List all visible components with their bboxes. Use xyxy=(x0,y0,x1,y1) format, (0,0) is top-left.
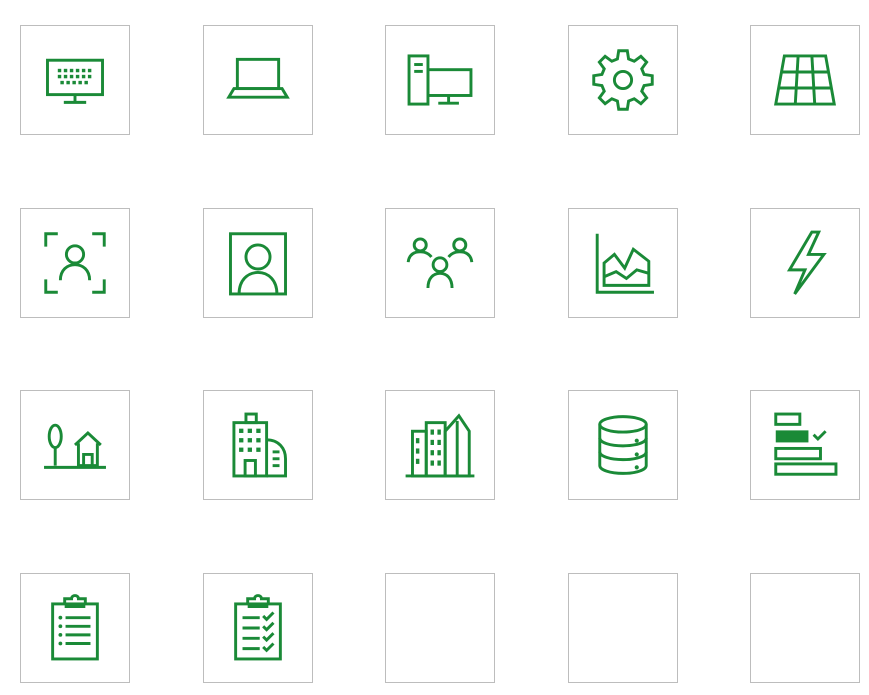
tile-tree-house[interactable] xyxy=(20,390,130,500)
tile-empty-3[interactable] xyxy=(750,572,860,683)
tile-empty-1[interactable] xyxy=(385,572,495,683)
tile-city-buildings[interactable] xyxy=(385,390,495,500)
tree-house-icon xyxy=(44,423,106,469)
area-chart-icon xyxy=(595,233,654,294)
tile-gear[interactable] xyxy=(567,25,678,135)
tile-office-buildings[interactable] xyxy=(202,390,313,500)
gear-icon xyxy=(591,49,654,111)
solar-panel-icon xyxy=(774,54,836,106)
tile-user-portrait[interactable] xyxy=(202,207,313,318)
tile-desktop-computer[interactable] xyxy=(385,25,495,135)
tile-clipboard-checklist[interactable] xyxy=(202,572,313,683)
gantt-checklist-icon xyxy=(774,412,838,476)
tile-gantt-checklist[interactable] xyxy=(750,390,860,500)
database-icon xyxy=(597,415,648,475)
user-group-icon xyxy=(406,236,474,288)
monitor-keyboard-icon xyxy=(46,58,104,104)
tile-face-scan[interactable] xyxy=(20,207,130,318)
user-portrait-icon xyxy=(228,231,287,295)
tile-solar-panel[interactable] xyxy=(750,25,860,135)
tile-user-group[interactable] xyxy=(385,207,495,318)
city-buildings-icon xyxy=(405,413,475,478)
lightning-bolt-icon xyxy=(786,230,827,295)
tile-empty-2[interactable] xyxy=(567,572,678,683)
clipboard-checklist-icon xyxy=(233,593,282,660)
laptop-icon xyxy=(225,57,290,99)
desktop-computer-icon xyxy=(407,54,473,106)
tile-monitor-keyboard[interactable] xyxy=(20,25,130,135)
tile-lightning-bolt[interactable] xyxy=(750,207,860,318)
tile-area-chart[interactable] xyxy=(567,207,678,318)
clipboard-list-icon xyxy=(51,593,99,660)
tile-clipboard-list[interactable] xyxy=(20,572,130,683)
office-buildings-icon xyxy=(231,412,287,478)
face-scan-icon xyxy=(44,231,106,294)
icon-grid xyxy=(20,25,860,683)
tile-database[interactable] xyxy=(567,390,678,500)
tile-laptop[interactable] xyxy=(202,25,313,135)
